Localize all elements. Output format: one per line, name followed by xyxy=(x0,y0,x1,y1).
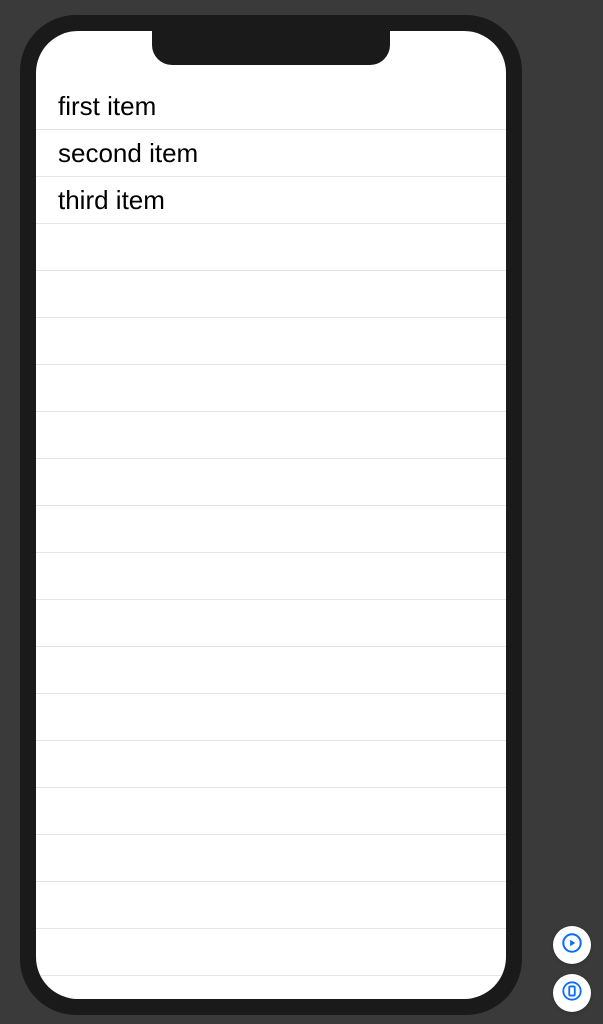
empty-list-row xyxy=(36,553,506,600)
empty-list-row xyxy=(36,882,506,929)
empty-list-row xyxy=(36,506,506,553)
empty-list-row xyxy=(36,976,506,999)
phone-simulator-frame: first item second item third item xyxy=(20,15,522,1015)
list-item[interactable]: second item xyxy=(36,130,506,177)
list-item-label: first item xyxy=(58,91,156,121)
empty-list-row xyxy=(36,788,506,835)
empty-list-row xyxy=(36,741,506,788)
play-icon xyxy=(561,932,583,959)
run-preview-button[interactable] xyxy=(553,926,591,964)
device-selector-button[interactable] xyxy=(553,974,591,1012)
empty-list-row xyxy=(36,694,506,741)
empty-list-row xyxy=(36,647,506,694)
empty-list-row xyxy=(36,271,506,318)
list-item[interactable]: third item xyxy=(36,177,506,224)
device-icon xyxy=(561,980,583,1007)
empty-list-row xyxy=(36,929,506,976)
list-item-label: second item xyxy=(58,138,198,168)
empty-list-row xyxy=(36,412,506,459)
empty-list-row xyxy=(36,459,506,506)
list-item-label: third item xyxy=(58,185,165,215)
empty-list-row xyxy=(36,600,506,647)
phone-screen: first item second item third item xyxy=(36,31,506,999)
empty-list-row xyxy=(36,318,506,365)
list-item[interactable]: first item xyxy=(36,83,506,130)
empty-list-row xyxy=(36,224,506,271)
empty-list-row xyxy=(36,365,506,412)
list-view[interactable]: first item second item third item xyxy=(36,83,506,999)
phone-notch xyxy=(152,31,390,65)
empty-list-row xyxy=(36,835,506,882)
